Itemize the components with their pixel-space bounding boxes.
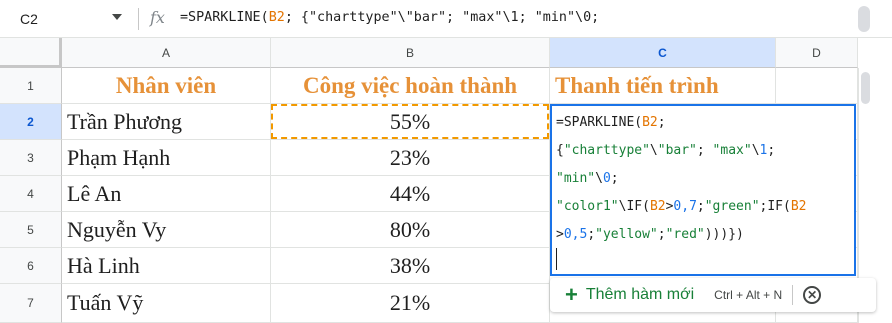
editor-line: {"charttype"\"bar"; "max"\1; xyxy=(556,142,854,170)
cell-b6[interactable]: 38% xyxy=(271,248,550,284)
column-header-d[interactable]: D xyxy=(776,38,858,68)
cell-b3[interactable]: 23% xyxy=(271,140,550,176)
formula-token: "min" xyxy=(556,171,596,186)
formula-token: 0 xyxy=(602,171,611,186)
scrollbar-thumb[interactable] xyxy=(861,72,870,104)
function-suggestion-bar: + Thêm hàm mới Ctrl + Alt + N ✕ xyxy=(550,278,876,312)
cell-b7[interactable]: 21% xyxy=(271,284,550,323)
fx-icon: fx xyxy=(150,8,165,27)
formula-token: =SPARKLINE( xyxy=(556,115,643,130)
shortcut-hint: Ctrl + Alt + N xyxy=(714,288,783,302)
formula-token: }) xyxy=(728,227,744,242)
row-header-1[interactable]: 1 xyxy=(0,68,62,104)
formula-token: =SPARKLINE( xyxy=(180,10,269,25)
formula-token: ; xyxy=(696,199,705,214)
row-header-7[interactable]: 7 xyxy=(0,284,62,323)
select-all-corner[interactable] xyxy=(0,38,62,68)
cell-a7[interactable]: Tuấn Vỹ xyxy=(62,284,271,323)
formula-token: "color1" xyxy=(556,199,619,214)
formula-token: ; xyxy=(696,143,713,158)
name-box-dropdown-icon[interactable] xyxy=(112,14,122,20)
cell-b2[interactable]: 55% xyxy=(271,104,550,140)
formula-token: ; xyxy=(767,143,776,158)
cell-b1[interactable]: Công việc hoàn thành xyxy=(271,68,550,104)
formula-scrollbar[interactable] xyxy=(858,6,870,32)
formula-token: \ xyxy=(751,143,760,158)
formula-bar: C2 fx =SPARKLINE(B2; {"charttype"\"bar";… xyxy=(0,0,892,38)
text-caret xyxy=(556,248,557,270)
formula-token: "red" xyxy=(665,227,705,242)
column-header-b[interactable]: B xyxy=(271,38,550,68)
cell-a1[interactable]: Nhân viên xyxy=(62,68,271,104)
formula-token: > xyxy=(556,227,564,242)
formula-token: 0,7 xyxy=(673,199,697,214)
editor-line: "min"\0; xyxy=(556,170,854,198)
column-header-a[interactable]: A xyxy=(62,38,271,68)
add-function-button[interactable]: Thêm hàm mới xyxy=(586,286,694,304)
formula-input[interactable]: =SPARKLINE(B2; {"charttype"\"bar"; "max"… xyxy=(180,10,599,25)
column-header-c[interactable]: C xyxy=(550,38,776,68)
formula-token: ; xyxy=(610,171,619,186)
formula-token: B2 xyxy=(790,199,807,214)
suggestion-divider xyxy=(792,285,794,305)
row-header-3[interactable]: 3 xyxy=(0,140,62,176)
row-header-2[interactable]: 2 xyxy=(0,104,62,140)
row-header-5[interactable]: 5 xyxy=(0,212,62,248)
cell-a2[interactable]: Trần Phương xyxy=(62,104,271,140)
cell-a4[interactable]: Lê An xyxy=(62,176,271,212)
formula-token: ; xyxy=(657,227,666,242)
formula-token: B2 xyxy=(642,115,658,130)
cell-b4[interactable]: 44% xyxy=(271,176,550,212)
formula-token: "yellow" xyxy=(595,227,658,242)
formula-token: \ xyxy=(649,143,658,158)
formula-token: ; xyxy=(657,115,666,130)
plus-icon[interactable]: + xyxy=(565,284,578,306)
formula-token: "max" xyxy=(712,143,752,158)
formula-token: B2 xyxy=(268,10,285,25)
cell-formula-editor[interactable]: =SPARKLINE(B2; {"charttype"\"bar"; "max"… xyxy=(550,104,856,276)
formula-token: { xyxy=(556,143,564,158)
formula-token: ; {"charttype"\"bar"; "max"\1; "min"\0; xyxy=(284,10,600,25)
name-box-value: C2 xyxy=(20,11,38,27)
formula-token: ; xyxy=(587,227,596,242)
formula-token: "bar" xyxy=(657,143,697,158)
row-header-4[interactable]: 4 xyxy=(0,176,62,212)
row-header-6[interactable]: 6 xyxy=(0,248,62,284)
editor-line: >0,5;"yellow";"red")))}) xyxy=(556,226,854,254)
formula-token: "charttype" xyxy=(563,143,650,158)
formula-token: ))) xyxy=(704,227,729,242)
cell-c1[interactable]: Thanh tiến trình xyxy=(550,68,776,104)
cell-b5[interactable]: 80% xyxy=(271,212,550,248)
editor-line: "color1"\IF(B2>0,7;"green";IF(B2 xyxy=(556,198,854,226)
formula-token: \IF( xyxy=(618,199,650,214)
cell-a5[interactable]: Nguyễn Vy xyxy=(62,212,271,248)
cell-a3[interactable]: Phạm Hạnh xyxy=(62,140,271,176)
formula-token: \ xyxy=(595,171,603,186)
editor-line: =SPARKLINE(B2; xyxy=(556,114,854,142)
formula-token: ;IF( xyxy=(759,199,791,214)
cell-a6[interactable]: Hà Linh xyxy=(62,248,271,284)
close-circle-icon[interactable]: ✕ xyxy=(803,286,822,304)
formula-token: "green" xyxy=(704,199,760,214)
cell-d1[interactable] xyxy=(776,68,858,104)
formula-token: 0,5 xyxy=(563,227,588,242)
formula-bar-divider xyxy=(138,8,139,30)
formula-token: B2 xyxy=(649,199,666,214)
